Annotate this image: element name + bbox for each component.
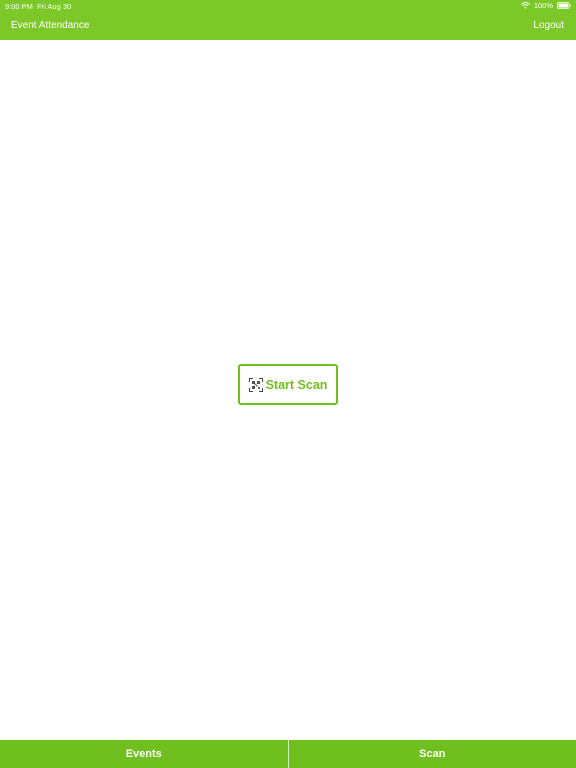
page-title: Event Attendance: [11, 20, 90, 31]
qr-code-icon: [248, 377, 263, 392]
battery-percent: 100%: [533, 1, 553, 10]
wifi-icon: [520, 2, 530, 9]
tab-bar: Events Scan: [0, 740, 576, 768]
nav-bar: Event Attendance Logout: [0, 12, 576, 40]
status-time: 9:00 PM: [5, 2, 33, 11]
status-date: Fri Aug 30: [37, 2, 72, 11]
main-content: Start Scan: [0, 40, 576, 740]
logout-button[interactable]: Logout: [533, 20, 564, 31]
status-indicators: 100%: [520, 1, 571, 10]
battery-icon: [557, 2, 571, 9]
start-scan-label: Start Scan: [265, 377, 328, 392]
tab-scan[interactable]: Scan: [288, 740, 576, 768]
top-bar: 9:00 PM Fri Aug 30 100% Event Attendance: [0, 0, 576, 40]
tab-events[interactable]: Events: [0, 740, 288, 768]
start-scan-button[interactable]: Start Scan: [238, 364, 338, 405]
status-bar: 9:00 PM Fri Aug 30 100%: [0, 0, 576, 12]
